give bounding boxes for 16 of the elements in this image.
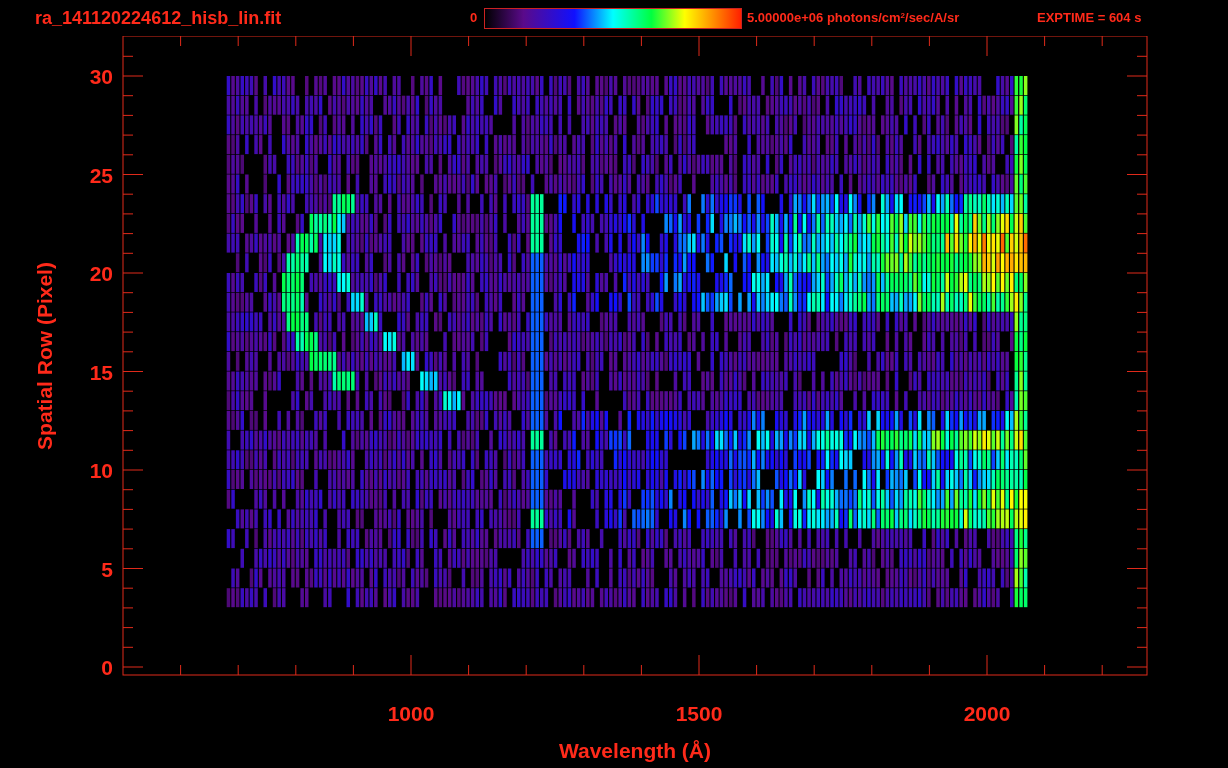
y-tick-label: 15 <box>89 360 113 384</box>
y-tick-label: 20 <box>89 262 113 285</box>
colorbar-min-label: 0 <box>470 9 479 28</box>
x-tick-label: 1000 <box>387 702 435 725</box>
y-tick-label: 5 <box>101 557 113 581</box>
x-tick-label: 2000 <box>963 702 1011 725</box>
x-axis-title: Wavelength (Å) <box>558 739 712 762</box>
file-title: ra_141120224612_hisb_lin.fit <box>35 6 283 30</box>
exposure-time: EXPTIME = 604 s <box>1037 9 1142 28</box>
y-tick-label: 10 <box>89 459 113 482</box>
y-tick-label: 0 <box>101 656 113 679</box>
y-tick-label: 30 <box>89 65 113 88</box>
y-axis-title: Spatial Row (Pixel) <box>33 262 56 450</box>
colorbar-max-label: 5.00000e+06 photons/cm$^{2}$/sec/A/sr <box>747 9 961 28</box>
y-tick-label: 25 <box>89 163 113 187</box>
x-tick-label: 1500 <box>675 702 723 725</box>
